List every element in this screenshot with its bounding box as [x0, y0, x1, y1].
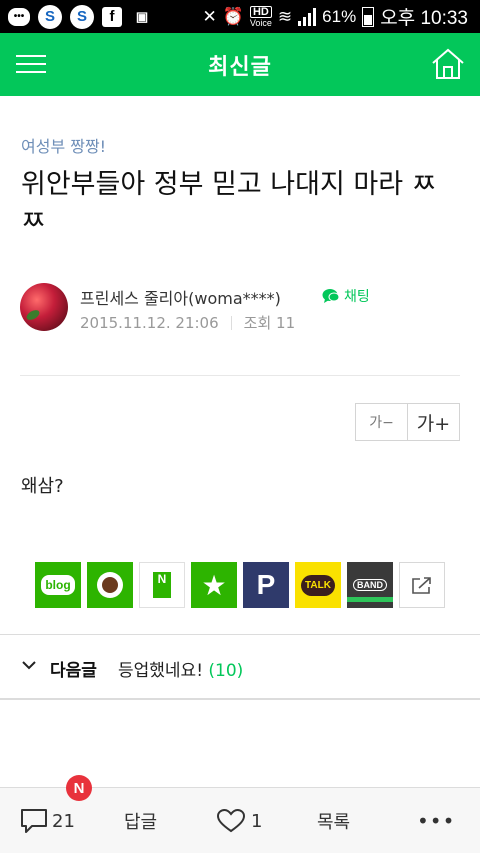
hd-voice-icon: HD Voice — [249, 5, 272, 28]
band-icon: BAND — [353, 579, 387, 591]
heart-icon — [217, 809, 245, 833]
author-block: 프린세스 줄리아(woma****) 채팅 2015.11.12. 21:06 … — [20, 283, 460, 333]
share-pholar-button[interactable]: P — [243, 562, 289, 608]
chat-label: 채팅 — [344, 289, 370, 305]
font-decrease-button[interactable]: 가− — [355, 403, 408, 441]
post-body: 왜삼? — [21, 476, 64, 497]
share-cafe-button[interactable] — [87, 562, 133, 608]
new-badge: N — [66, 775, 92, 801]
kakaotalk-icon: TALK — [301, 574, 335, 596]
battery-icon — [362, 6, 375, 27]
chat-button[interactable]: 채팅 — [322, 286, 370, 306]
memo-icon: N — [153, 572, 171, 598]
battery-percent: 61% — [322, 6, 357, 26]
like-button[interactable]: 1 — [217, 788, 262, 854]
share-memo-button[interactable]: N — [139, 562, 185, 608]
post-date: 2015.11.12. 21:06 — [80, 313, 219, 332]
next-post-comment-count: (10) — [208, 661, 244, 681]
mute-icon: ✕ — [202, 6, 217, 26]
hamburger-icon[interactable] — [16, 52, 46, 76]
next-post-link[interactable]: 다음글 등업했네요! (10) — [0, 635, 480, 698]
avatar[interactable] — [20, 283, 68, 331]
comments-count: 21 — [52, 810, 75, 832]
chevron-down-icon — [22, 661, 36, 670]
app-s-icon: S — [38, 4, 62, 29]
app-s-icon-2: S — [70, 4, 94, 29]
meta-divider — [230, 315, 232, 330]
share-icon — [412, 577, 431, 594]
signal-icon — [298, 7, 317, 26]
post-title: 위안부들아 정부 믿고 나대지 마라 ㅉㅉ — [21, 169, 437, 237]
divider — [0, 698, 480, 700]
share-kakaotalk-button[interactable]: TALK — [295, 562, 341, 608]
view-count: 조회 11 — [243, 314, 296, 332]
cafe-icon — [97, 572, 123, 598]
comments-button[interactable]: 21 — [20, 788, 75, 854]
pholar-icon: P — [256, 569, 276, 600]
message-icon: ••• — [8, 7, 30, 26]
share-bookmark-button[interactable]: ★ — [191, 562, 237, 608]
share-blog-button[interactable]: blog — [35, 562, 81, 608]
blog-icon: blog — [41, 575, 75, 595]
status-bar: ••• S S f ▣ ✕ ⏰ HD Voice ≋ 61% 오후 10:33 — [0, 0, 480, 33]
chat-icon — [322, 289, 340, 303]
page-title: 최신글 — [208, 54, 272, 80]
share-band-button[interactable]: BAND — [347, 562, 393, 608]
list-button[interactable]: 목록 — [317, 788, 350, 854]
likes-count: 1 — [251, 810, 263, 832]
more-options-icon[interactable]: ••• — [417, 788, 455, 854]
share-more-button[interactable] — [399, 562, 445, 608]
post-category[interactable]: 여성부 짱짱! — [21, 133, 106, 157]
post-meta: 2015.11.12. 21:06 조회 11 — [80, 312, 295, 333]
divider — [20, 375, 460, 376]
share-row: blog N ★ P TALK BAND — [35, 562, 445, 608]
author-name[interactable]: 프린세스 줄리아(woma****) — [80, 285, 281, 309]
next-post-title-text: 등업했네요! — [118, 661, 204, 681]
comment-icon — [21, 809, 47, 833]
alarm-icon: ⏰ — [222, 6, 244, 26]
next-post-label: 다음글 — [50, 661, 97, 681]
next-post-title: 등업했네요! (10) — [118, 656, 243, 681]
star-icon: ★ — [201, 568, 227, 602]
clock: 오후 10:33 — [380, 8, 468, 29]
home-icon[interactable] — [430, 47, 466, 81]
reply-button[interactable]: 답글 — [124, 788, 157, 854]
wifi-icon: ≋ — [277, 6, 293, 26]
facebook-icon: f — [102, 6, 122, 27]
image-icon: ▣ — [135, 8, 149, 24]
app-header: 최신글 — [0, 33, 480, 96]
font-size-controls: 가− 가+ — [355, 403, 460, 441]
font-increase-button[interactable]: 가+ — [408, 403, 460, 441]
